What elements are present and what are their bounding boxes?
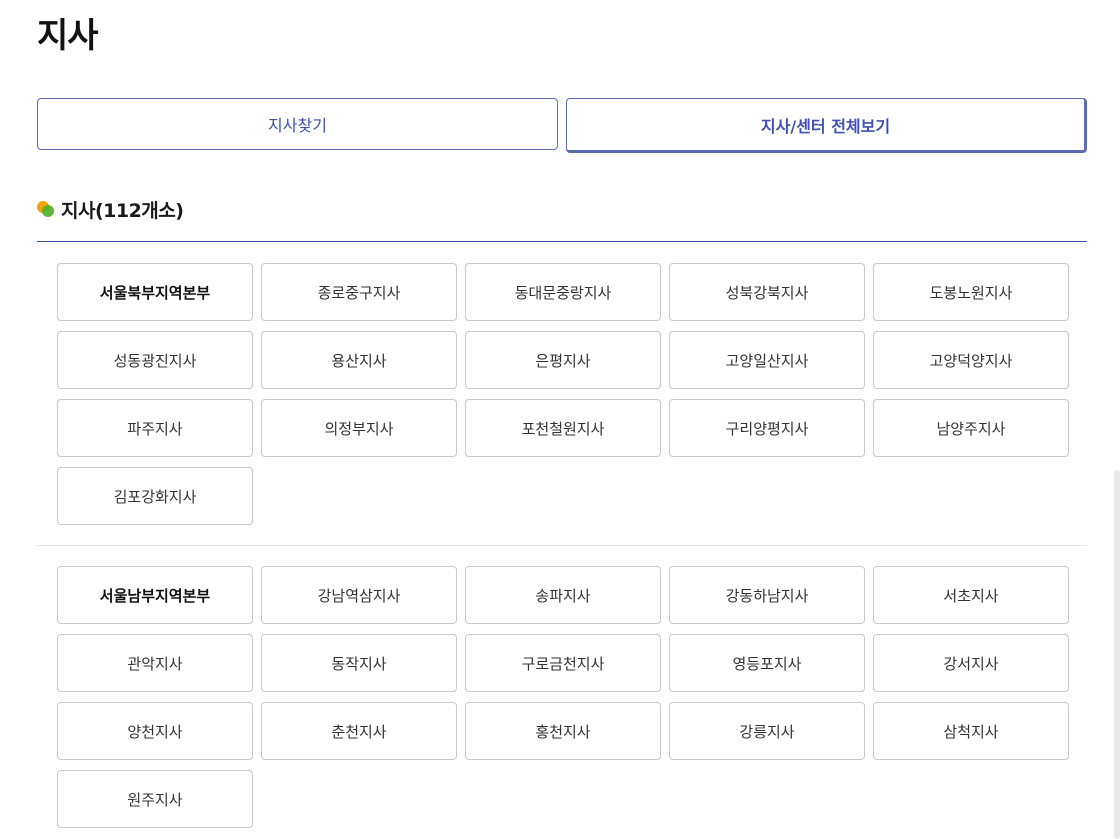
branch-button[interactable]: 남양주지사 xyxy=(873,399,1069,457)
branch-button[interactable]: 도봉노원지사 xyxy=(873,263,1069,321)
branch-button[interactable]: 김포강화지사 xyxy=(57,467,253,525)
branch-button[interactable]: 동작지사 xyxy=(261,634,457,692)
branch-button[interactable]: 서초지사 xyxy=(873,566,1069,624)
branch-button[interactable]: 용산지사 xyxy=(261,331,457,389)
tab-view-all[interactable]: 지사/센터 전체보기 xyxy=(566,98,1087,153)
region-hq-button[interactable]: 서울북부지역본부 xyxy=(57,263,253,321)
branch-button[interactable]: 동대문중랑지사 xyxy=(465,263,661,321)
scrollbar[interactable] xyxy=(1114,470,1120,839)
branch-button[interactable]: 홍천지사 xyxy=(465,702,661,760)
branch-button[interactable]: 관악지사 xyxy=(57,634,253,692)
branch-button[interactable]: 송파지사 xyxy=(465,566,661,624)
branch-button[interactable]: 성북강북지사 xyxy=(669,263,865,321)
section-divider xyxy=(37,241,1087,242)
branch-button[interactable]: 종로중구지사 xyxy=(261,263,457,321)
branch-button[interactable]: 구로금천지사 xyxy=(465,634,661,692)
section-heading: 지사(112개소) xyxy=(37,194,184,224)
branch-button[interactable]: 양천지사 xyxy=(57,702,253,760)
branch-button[interactable]: 춘천지사 xyxy=(261,702,457,760)
region-hq-button[interactable]: 서울남부지역본부 xyxy=(57,566,253,624)
branch-button[interactable]: 의정부지사 xyxy=(261,399,457,457)
branch-button[interactable]: 영등포지사 xyxy=(669,634,865,692)
branch-button[interactable]: 강릉지사 xyxy=(669,702,865,760)
branch-button[interactable]: 삼척지사 xyxy=(873,702,1069,760)
branch-button[interactable]: 구리양평지사 xyxy=(669,399,865,457)
branch-button[interactable]: 강남역삼지사 xyxy=(261,566,457,624)
branch-button[interactable]: 고양일산지사 xyxy=(669,331,865,389)
branch-button[interactable]: 고양덕양지사 xyxy=(873,331,1069,389)
branch-button[interactable]: 파주지사 xyxy=(57,399,253,457)
branch-button[interactable]: 은평지사 xyxy=(465,331,661,389)
section-label: 지사(112개소) xyxy=(61,199,184,222)
page-title: 지사 xyxy=(37,16,99,56)
tab-bar: 지사찾기 지사/센터 전체보기 xyxy=(37,98,1089,154)
branch-button[interactable]: 강서지사 xyxy=(873,634,1069,692)
branch-group-south: 서울남부지역본부 강남역삼지사 송파지사 강동하남지사 서초지사 관악지사 동작… xyxy=(57,566,1071,828)
bullet-dot-icon xyxy=(37,200,55,218)
branch-group-north: 서울북부지역본부 종로중구지사 동대문중랑지사 성북강북지사 도봉노원지사 성동… xyxy=(57,263,1071,525)
branch-button[interactable]: 원주지사 xyxy=(57,770,253,828)
branch-button[interactable]: 포천철원지사 xyxy=(465,399,661,457)
branch-button[interactable]: 성동광진지사 xyxy=(57,331,253,389)
tab-find-branch[interactable]: 지사찾기 xyxy=(37,98,558,150)
group-divider xyxy=(37,545,1087,546)
branch-button[interactable]: 강동하남지사 xyxy=(669,566,865,624)
